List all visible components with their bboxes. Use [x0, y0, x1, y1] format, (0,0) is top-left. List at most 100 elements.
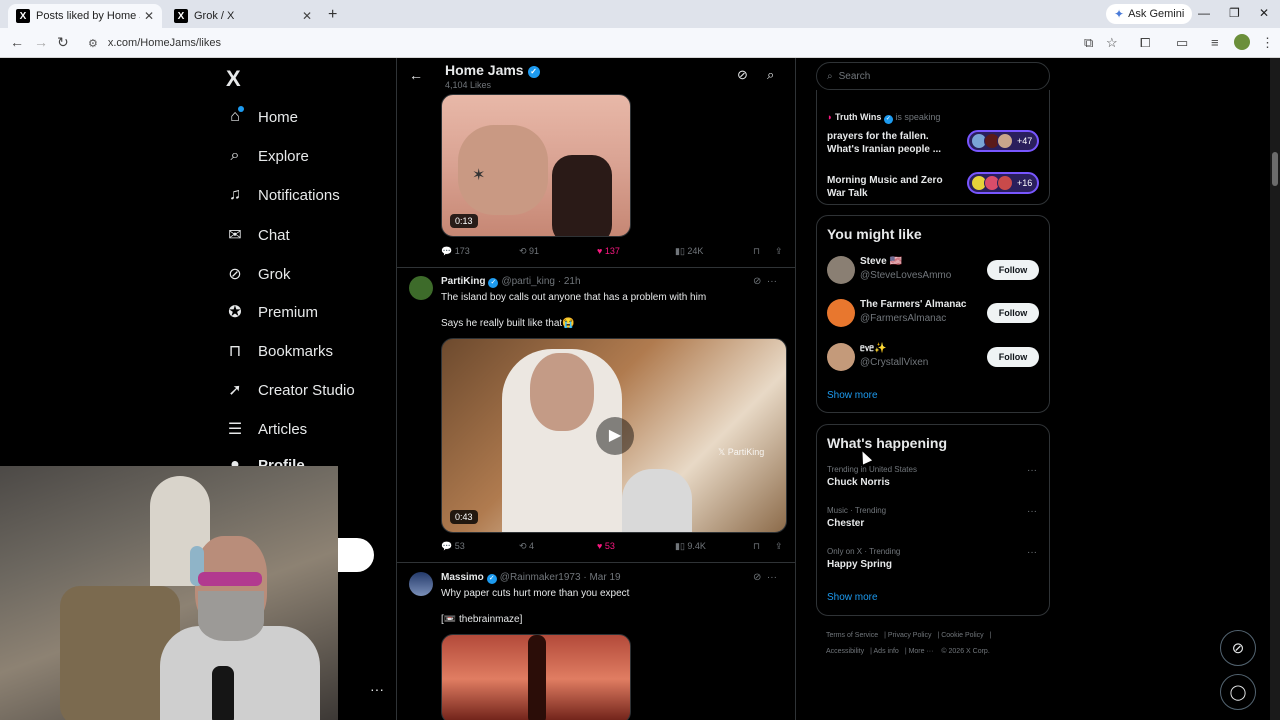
- trend-item[interactable]: Trending in United States Chuck Norris ·…: [827, 465, 1041, 495]
- like-button[interactable]: ♥ 53: [597, 541, 615, 551]
- author-name[interactable]: PartiKing: [441, 276, 485, 287]
- install-app-icon[interactable]: ⧉: [1084, 35, 1093, 51]
- follow-button[interactable]: Follow: [987, 347, 1039, 367]
- video-duration: 0:43: [450, 510, 478, 524]
- back-arrow-icon[interactable]: ←: [409, 67, 423, 83]
- account-name[interactable]: Steve 🇺🇸: [860, 256, 902, 267]
- url-field[interactable]: ⚙ x.com/HomeJams/likes: [80, 31, 1080, 55]
- gemini-sparkle-icon: ✦: [1114, 7, 1125, 21]
- space-listeners[interactable]: +16: [967, 172, 1039, 194]
- site-info-icon[interactable]: ⚙: [88, 37, 98, 50]
- back-arrow-icon[interactable]: ←: [10, 34, 24, 50]
- restore-icon[interactable]: ❐: [1229, 6, 1240, 20]
- nav-item-home[interactable]: ⌂ Home: [226, 106, 298, 126]
- nav-item-chat[interactable]: ✉ Chat: [226, 225, 289, 245]
- nav-item-articles[interactable]: ☰ Articles: [226, 419, 307, 439]
- close-tab-icon[interactable]: ✕: [302, 9, 312, 23]
- trend-item[interactable]: Only on X · Trending Happy Spring ···: [827, 547, 1041, 577]
- extensions-icon[interactable]: ⧠: [1140, 35, 1150, 51]
- repost-button[interactable]: ⟲ 91: [519, 246, 539, 257]
- trend-more-icon[interactable]: ···: [1027, 547, 1037, 558]
- post-time[interactable]: 21h: [564, 276, 581, 287]
- post-more-icon[interactable]: ⊘ ···: [753, 276, 777, 287]
- reply-button[interactable]: 💬 173: [441, 246, 470, 257]
- share-icon[interactable]: ⇪: [775, 541, 783, 552]
- ask-gemini-button[interactable]: ✦ Ask Gemini: [1106, 4, 1193, 24]
- footer-link[interactable]: Terms of Service: [826, 632, 878, 639]
- grok-icon[interactable]: ⊘: [737, 67, 748, 83]
- forward-arrow-icon[interactable]: →: [34, 34, 48, 50]
- nav-item-premium[interactable]: ✪ Premium: [226, 302, 318, 322]
- account-menu-icon[interactable]: ···: [370, 681, 384, 697]
- bookmark-star-icon[interactable]: ☆: [1106, 35, 1118, 51]
- avatar[interactable]: [827, 299, 855, 327]
- chrome-menu-icon[interactable]: ⋮: [1261, 35, 1274, 51]
- search-input[interactable]: ⌕ Search: [816, 62, 1050, 90]
- footer-link[interactable]: Privacy Policy: [888, 632, 932, 639]
- views-button[interactable]: ▮▯ 9.4K: [675, 541, 706, 552]
- suggested-account[interactable]: Steve 🇺🇸 @SteveLovesAmmo Follow: [827, 256, 1041, 290]
- show-more-link[interactable]: Show more: [827, 390, 878, 401]
- reload-icon[interactable]: ↻: [57, 34, 69, 51]
- post-button[interactable]: [338, 538, 374, 572]
- nav-item-notifications[interactable]: ♫ Notifications: [226, 186, 340, 204]
- play-icon[interactable]: ▶: [596, 417, 634, 455]
- trend-more-icon[interactable]: ···: [1027, 465, 1037, 476]
- nav-item-explore[interactable]: ⌕ Explore: [226, 147, 309, 165]
- grok-fab-icon[interactable]: ⊘: [1220, 630, 1256, 666]
- post-more-icon[interactable]: ⊘ ···: [753, 572, 777, 583]
- split-view-icon[interactable]: ▭: [1176, 35, 1188, 51]
- bookmark-icon[interactable]: ⊓: [753, 246, 760, 257]
- search-icon[interactable]: ⌕: [767, 67, 774, 83]
- trend-item[interactable]: Music · Trending Chester ···: [827, 506, 1041, 536]
- post-media-image[interactable]: ✶ 0:13: [441, 94, 631, 237]
- avatar[interactable]: [409, 572, 433, 596]
- account-name[interactable]: ᥱ᥎ᥱ✨: [860, 343, 887, 354]
- space-title[interactable]: prayers for the fallen. What's Iranian p…: [827, 130, 941, 156]
- avatar[interactable]: [409, 276, 433, 300]
- footer-link[interactable]: Cookie Policy: [941, 632, 983, 639]
- follow-button[interactable]: Follow: [987, 303, 1039, 323]
- avatar[interactable]: [827, 343, 855, 371]
- close-window-icon[interactable]: ✕: [1259, 6, 1269, 20]
- author-handle[interactable]: @parti_king: [501, 276, 555, 287]
- new-tab-button[interactable]: +: [328, 6, 337, 24]
- trend-more-icon[interactable]: ···: [1027, 506, 1037, 517]
- like-button[interactable]: ♥ 137: [597, 246, 620, 256]
- media-star-tattoo: ✶: [472, 167, 486, 184]
- footer-link[interactable]: Accessibility: [826, 648, 864, 655]
- post-media-video[interactable]: ▶ 𝕏 PartiKing 0:43: [441, 338, 787, 533]
- suggested-account[interactable]: The Farmers' Almanac @FarmersAlmanac Fol…: [827, 299, 1041, 333]
- footer-link[interactable]: Ads info: [874, 648, 899, 655]
- repost-button[interactable]: ⟲ 4: [519, 541, 534, 552]
- tab-grok[interactable]: X Grok / X ✕: [166, 4, 320, 28]
- chat-fab-icon[interactable]: ◯: [1220, 674, 1256, 710]
- footer-link[interactable]: More ···: [909, 648, 934, 655]
- media-controls-icon[interactable]: ≡: [1211, 35, 1219, 50]
- nav-item-bookmarks[interactable]: ⊓ Bookmarks: [226, 341, 333, 361]
- tab-posts-liked[interactable]: X Posts liked by Home Jams (@H ✕: [8, 4, 162, 28]
- nav-item-creator-studio[interactable]: ➚ Creator Studio: [226, 380, 354, 400]
- post-time[interactable]: Mar 19: [589, 572, 620, 583]
- suggested-account[interactable]: ᥱ᥎ᥱ✨ @CrystallVixen Follow: [827, 343, 1041, 377]
- account-name[interactable]: The Farmers' Almanac: [860, 299, 967, 310]
- views-button[interactable]: ▮▯ 24K: [675, 246, 703, 257]
- follow-button[interactable]: Follow: [987, 260, 1039, 280]
- space-listeners[interactable]: +47: [967, 130, 1039, 152]
- scrollbar-thumb[interactable]: [1272, 152, 1278, 186]
- page-scrollbar[interactable]: [1270, 58, 1280, 720]
- avatar[interactable]: [827, 256, 855, 284]
- share-icon[interactable]: ⇪: [775, 246, 783, 257]
- minimize-icon[interactable]: —: [1198, 6, 1210, 20]
- space-title[interactable]: Morning Music and Zero War Talk: [827, 174, 943, 200]
- bookmark-icon[interactable]: ⊓: [753, 541, 760, 552]
- close-tab-icon[interactable]: ✕: [144, 9, 154, 23]
- reply-button[interactable]: 💬 53: [441, 541, 465, 552]
- show-more-link[interactable]: Show more: [827, 592, 878, 603]
- author-handle[interactable]: @Rainmaker1973: [500, 572, 581, 583]
- author-name[interactable]: Massimo: [441, 572, 484, 583]
- chrome-profile-avatar[interactable]: [1234, 34, 1250, 50]
- post-media-image[interactable]: [441, 634, 631, 720]
- nav-item-grok[interactable]: ⊘ Grok: [226, 264, 290, 284]
- x-logo-icon[interactable]: X: [226, 66, 241, 92]
